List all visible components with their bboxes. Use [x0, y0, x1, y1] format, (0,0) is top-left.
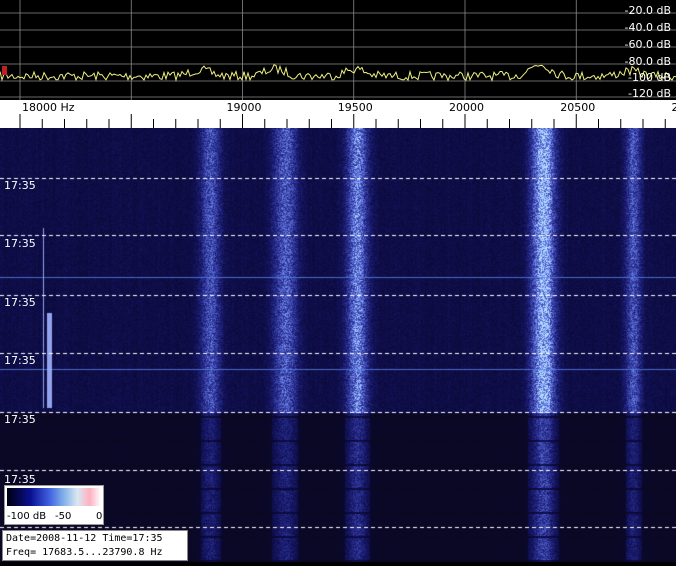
ruler-label: 19000 — [227, 101, 262, 114]
time-label: 17:35 — [4, 179, 36, 192]
db-label: -20.0 dB — [625, 4, 672, 17]
spectrum-grid — [0, 0, 676, 100]
marker-icon — [2, 66, 7, 75]
info-box: Date=2008-11-12 Time=17:35 Freq= 17683.5… — [2, 530, 188, 561]
time-label: 17:35 — [4, 296, 36, 309]
ruler-label-first: 18000 Hz — [22, 101, 75, 114]
spectrum-plot: -20.0 dB -40.0 dB -60.0 dB -80.0 dB -100 dB -… — [0, 0, 676, 100]
colorbar-mid-label: -50 — [55, 511, 71, 522]
db-label: -80.0 dB — [625, 55, 672, 68]
ruler-label: 20500 — [560, 101, 595, 114]
colorbar-max-label: 0 — [96, 511, 102, 522]
info-date-time: Date=2008-11-12 Time=17:35 — [6, 532, 184, 546]
ruler-label: 19500 — [338, 101, 373, 114]
time-label: 17:35 — [4, 413, 36, 426]
ruler-unit: Hz — [61, 101, 75, 114]
spectrum-trace — [0, 65, 676, 81]
db-label: -100 dB — [628, 71, 671, 84]
time-label: 17:35 — [4, 237, 36, 250]
frequency-ruler[interactable]: 18000 Hz 1900019500200002050021000215002… — [0, 100, 676, 128]
db-label: -40.0 dB — [625, 21, 672, 34]
ruler-label: 20000 — [449, 101, 484, 114]
db-scale: -20.0 dB -40.0 dB -60.0 dB -80.0 dB -100 dB -… — [625, 4, 672, 100]
color-scale-legend: -100 dB -50 0 — [4, 485, 104, 525]
color-gradient — [7, 488, 101, 506]
time-label: 17:35 — [4, 354, 36, 367]
db-label: -60.0 dB — [625, 38, 672, 51]
ruler-label: 21000 — [672, 101, 676, 114]
db-label: -120 dB — [628, 87, 671, 100]
colorbar-min-label: -100 dB — [7, 511, 46, 522]
info-frequency-range: Freq= 17683.5...23790.8 Hz — [6, 546, 184, 560]
